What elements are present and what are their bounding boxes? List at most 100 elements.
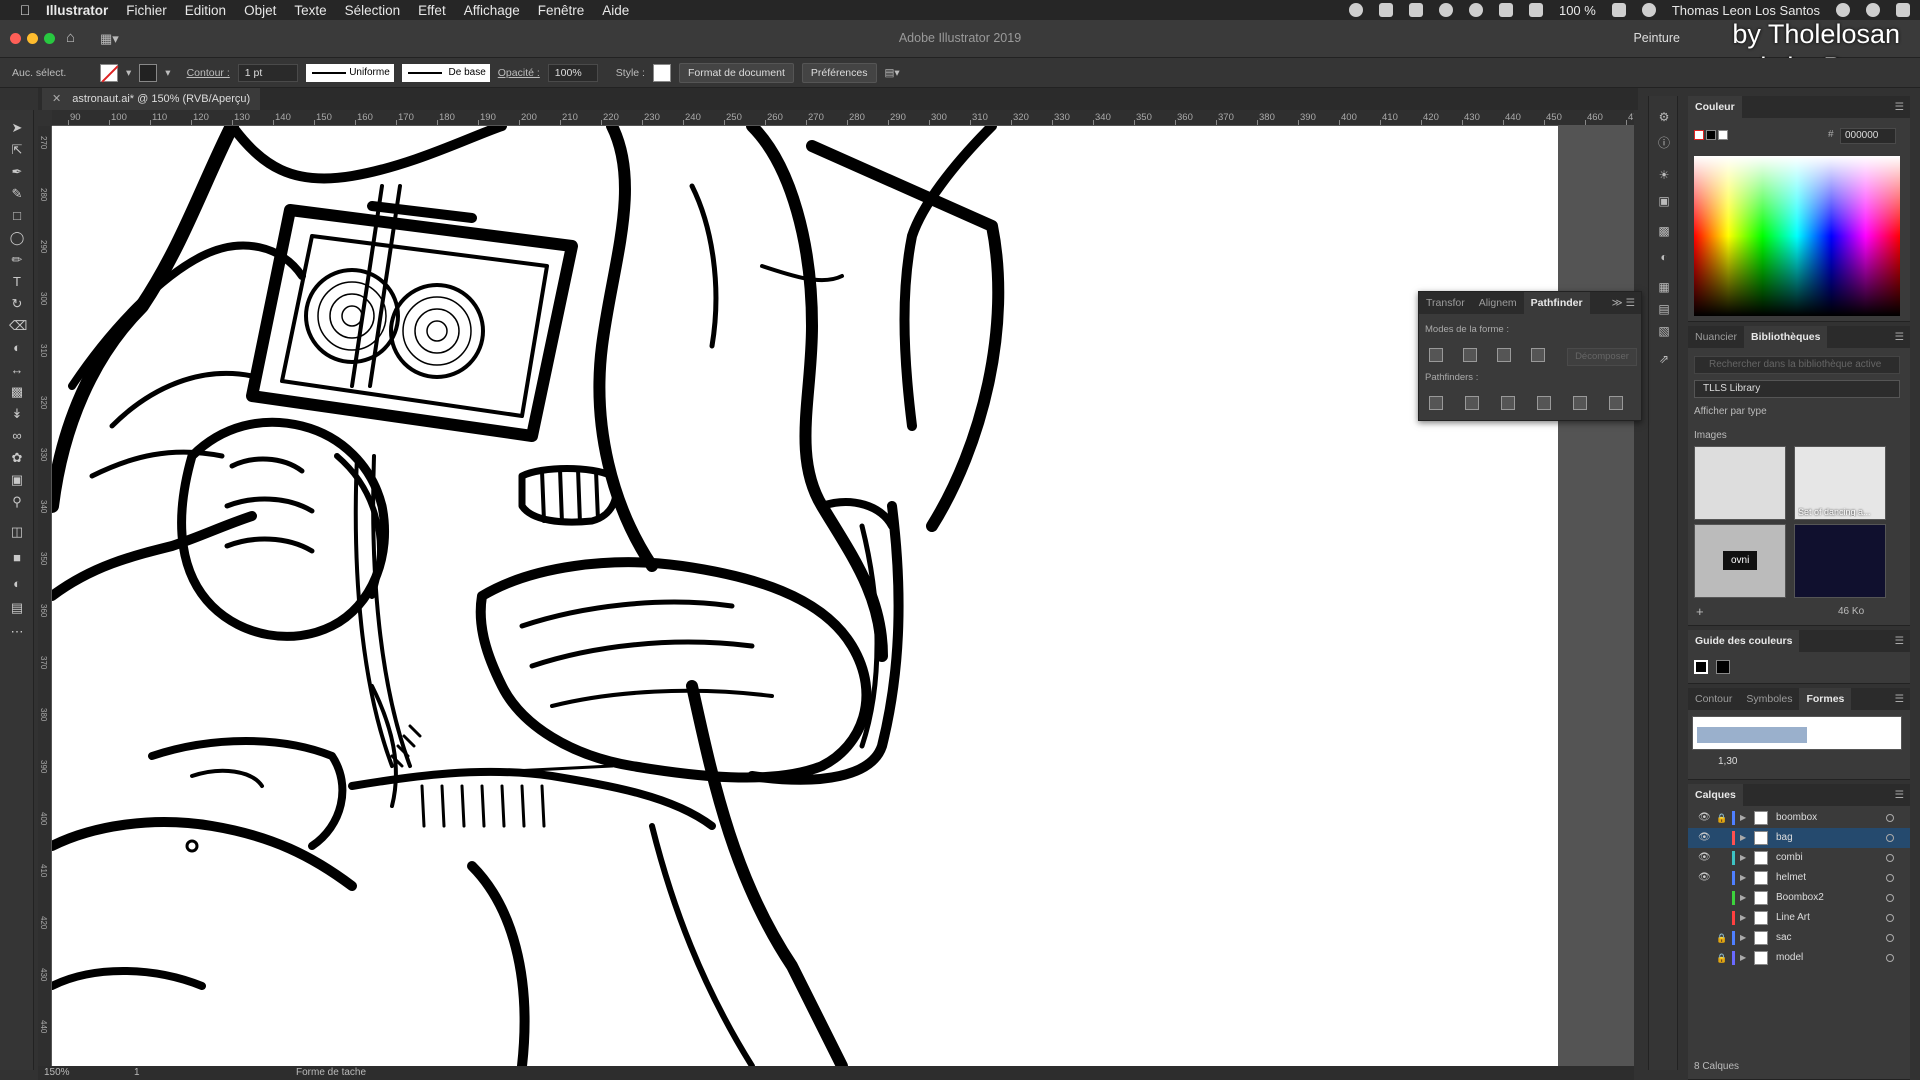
target-icon[interactable] [1886, 914, 1894, 922]
eye-icon[interactable]: 👁 [1698, 808, 1711, 828]
graphic-style-swatch[interactable] [652, 63, 671, 82]
variable-width-profile[interactable]: Uniforme [305, 63, 394, 82]
more-tools-icon[interactable]: ⋯ [9, 624, 25, 640]
transform-icon[interactable]: ▣ [1657, 194, 1671, 208]
outline-icon[interactable] [1573, 396, 1587, 410]
library-thumb-astronaut[interactable] [1694, 446, 1786, 520]
direct-selection-icon[interactable]: ⇱ [9, 142, 25, 158]
panel-menu-icon[interactable]: ☰ [1895, 789, 1904, 801]
layer-name[interactable]: sac [1776, 928, 1792, 948]
panel-menu-icon[interactable]: ☰ [1895, 331, 1904, 343]
library-thumb-dancing[interactable]: Set of dancing a... [1794, 446, 1886, 520]
evernote-icon[interactable] [1408, 3, 1423, 17]
color-spectrum[interactable] [1694, 156, 1900, 316]
astronaut-line-art[interactable] [52, 126, 1558, 1066]
tab-brushes[interactable]: Formes [1799, 688, 1852, 710]
siri-icon[interactable] [1866, 3, 1880, 17]
draw-mode-icon[interactable]: ◐ [9, 576, 25, 592]
document-setup-button[interactable]: Format de document [678, 62, 794, 83]
align-icon[interactable]: ▤ [1657, 302, 1671, 316]
layer-row[interactable]: 👁 ▶ combi [1688, 848, 1910, 868]
selection-tool-icon[interactable]: ➤ [9, 120, 25, 136]
user-name[interactable]: Thomas Leon Los Santos [1672, 3, 1820, 18]
zoom-icon[interactable]: ⚲ [9, 494, 25, 510]
target-icon[interactable] [1886, 954, 1894, 962]
clock-icon[interactable] [1641, 3, 1656, 17]
hex-input[interactable]: 000000 [1840, 128, 1896, 144]
canvas-area[interactable] [52, 126, 1634, 1066]
target-icon[interactable] [1886, 834, 1894, 842]
panel-menu-icon[interactable]: ☰ [1895, 101, 1904, 113]
screen-mode-icon[interactable]: ▤ [9, 600, 25, 616]
preferences-button[interactable]: Préférences [801, 62, 877, 83]
blob-brush-icon[interactable]: ◯ [9, 230, 25, 246]
time-machine-icon[interactable] [1468, 3, 1483, 17]
chevron-right-icon[interactable]: ▶ [1740, 808, 1746, 828]
menu-fichier[interactable]: Fichier [126, 3, 167, 18]
blend-icon[interactable]: ∞ [9, 428, 25, 444]
tab-pathfinder[interactable]: Pathfinder [1523, 292, 1590, 314]
target-icon[interactable] [1886, 934, 1894, 942]
contour-label[interactable]: Contour : [187, 67, 230, 79]
layer-row[interactable]: ▶ Boombox2 [1688, 888, 1910, 908]
chevron-right-icon[interactable]: ▶ [1740, 908, 1746, 928]
tab-libraries[interactable]: Bibliothèques [1744, 326, 1828, 348]
battery-percent[interactable]: 100 % [1559, 3, 1596, 18]
pen-icon[interactable]: ✒ [9, 164, 25, 180]
creative-cloud-icon[interactable] [1438, 3, 1453, 17]
stroke-swatch[interactable] [139, 63, 158, 82]
layer-row[interactable]: 🔒 ▶ sac [1688, 928, 1910, 948]
eye-icon[interactable]: 👁 [1698, 828, 1711, 848]
minus-front-icon[interactable] [1463, 348, 1477, 362]
images-section-label[interactable]: Images [1694, 430, 1727, 441]
spotlight-icon[interactable] [1836, 3, 1850, 17]
opacity-label[interactable]: Opacité : [498, 67, 540, 79]
battery-icon[interactable] [1611, 3, 1626, 17]
layer-name[interactable]: helmet [1776, 868, 1806, 888]
exclude-icon[interactable] [1531, 348, 1545, 362]
record-icon[interactable] [1348, 3, 1363, 17]
color-mode-icon[interactable]: ■ [9, 550, 25, 566]
menu-selection[interactable]: Sélection [345, 3, 401, 18]
guide-swatch-black[interactable] [1716, 660, 1730, 674]
chevron-right-icon[interactable]: ▶ [1740, 948, 1746, 968]
notification-icon[interactable] [1896, 3, 1910, 17]
lock-icon[interactable]: 🔒 [1716, 948, 1727, 968]
layer-name[interactable]: bag [1776, 828, 1793, 848]
panel-menu-icon[interactable]: ☰ [1895, 635, 1904, 647]
gear-icon[interactable]: ⚙ [1657, 110, 1671, 124]
menu-aide[interactable]: Aide [602, 3, 629, 18]
rectangle-icon[interactable]: □ [9, 208, 25, 224]
brush-preview[interactable] [1692, 716, 1902, 750]
tab-symbols[interactable]: Symboles [1739, 688, 1799, 710]
target-icon[interactable] [1886, 894, 1894, 902]
brush-definition[interactable]: De base [401, 63, 490, 82]
info-icon[interactable]: ⓘ [1657, 136, 1671, 150]
lock-icon[interactable]: 🔒 [1716, 808, 1727, 828]
opacity-field[interactable]: 100% [547, 63, 598, 82]
menu-edition[interactable]: Edition [185, 3, 226, 18]
layer-row[interactable]: 🔒 ▶ model [1688, 948, 1910, 968]
intersect-icon[interactable] [1497, 348, 1511, 362]
shape-builder-icon[interactable]: ◐ [9, 340, 25, 356]
tab-swatches[interactable]: Nuancier [1688, 326, 1744, 348]
library-thumb-ovni[interactable]: ovni [1694, 524, 1786, 598]
menu-affichage[interactable]: Affichage [464, 3, 520, 18]
crop-icon[interactable] [1537, 396, 1551, 410]
eraser-icon[interactable]: ⌫ [9, 318, 27, 334]
document-tab[interactable]: ✕ astronaut.ai* @ 150% (RVB/Aperçu) [42, 88, 261, 110]
type-icon[interactable]: T [9, 274, 25, 290]
eye-icon[interactable]: 👁 [1698, 868, 1711, 888]
brush-size-value[interactable]: 1,30 [1718, 756, 1737, 767]
artboards-icon[interactable]: ▦ [1657, 280, 1671, 294]
screen-icon[interactable] [1378, 3, 1393, 17]
tab-color[interactable]: Couleur [1688, 96, 1742, 118]
layer-row[interactable]: ▶ Line Art [1688, 908, 1910, 928]
zoom-level[interactable]: 150% [44, 1067, 70, 1078]
layer-name[interactable]: Line Art [1776, 908, 1810, 928]
trim-icon[interactable] [1465, 396, 1479, 410]
fill-stroke-icon[interactable]: ◫ [9, 524, 25, 540]
library-search-input[interactable]: Rechercher dans la bibliothèque active [1694, 356, 1900, 374]
view-by-type[interactable]: Afficher par type [1694, 406, 1767, 417]
gradient-icon[interactable]: ▩ [1657, 224, 1671, 238]
